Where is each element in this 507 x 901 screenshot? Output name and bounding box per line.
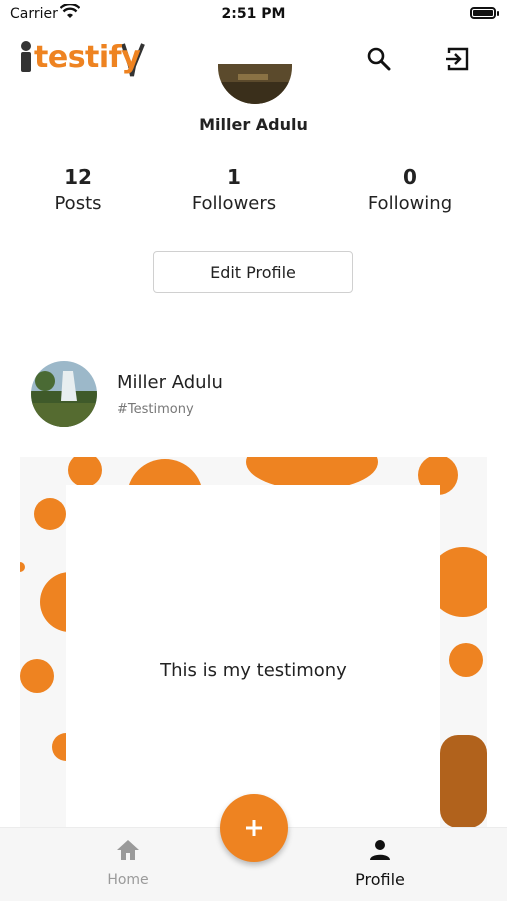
plus-icon <box>246 820 262 836</box>
post-author-name[interactable]: Miller Adulu <box>117 372 223 393</box>
profile-avatar <box>218 64 292 104</box>
post-author-avatar[interactable] <box>31 361 97 427</box>
post-background-pattern <box>20 457 487 828</box>
nav-item-profile[interactable]: Profile <box>340 838 420 889</box>
stat-following-label: Following <box>367 193 453 214</box>
person-icon <box>370 840 390 860</box>
nav-item-home[interactable]: Home <box>88 838 168 888</box>
stat-following-value: 0 <box>403 165 417 189</box>
post-text: This is my testimony <box>160 660 347 681</box>
stat-followers-label: Followers <box>191 193 277 214</box>
logout-icon[interactable] <box>443 44 473 74</box>
search-icon[interactable] <box>364 44 394 74</box>
stat-posts: 12 Posts <box>8 165 148 214</box>
stat-posts-value: 12 <box>64 165 92 189</box>
nav-label-home: Home <box>107 872 149 888</box>
status-time: 2:51 PM <box>221 6 286 22</box>
stat-posts-label: Posts <box>54 193 102 214</box>
stat-following: 0 Following <box>340 165 480 214</box>
post-tag: #Testimony <box>117 402 194 417</box>
status-bar: Carrier 2:51 PM <box>0 0 507 28</box>
battery-icon <box>470 7 499 19</box>
add-post-button[interactable] <box>220 794 288 862</box>
post-image[interactable]: This is my testimony <box>20 457 487 828</box>
nav-label-profile: Profile <box>355 870 405 889</box>
edit-profile-button[interactable]: Edit Profile <box>153 251 353 293</box>
stat-followers-value: 1 <box>227 165 241 189</box>
profile-name: Miller Adulu <box>199 115 308 134</box>
stat-followers: 1 Followers <box>164 165 304 214</box>
home-icon <box>117 840 139 860</box>
app-logo-text: testify <box>34 40 141 75</box>
